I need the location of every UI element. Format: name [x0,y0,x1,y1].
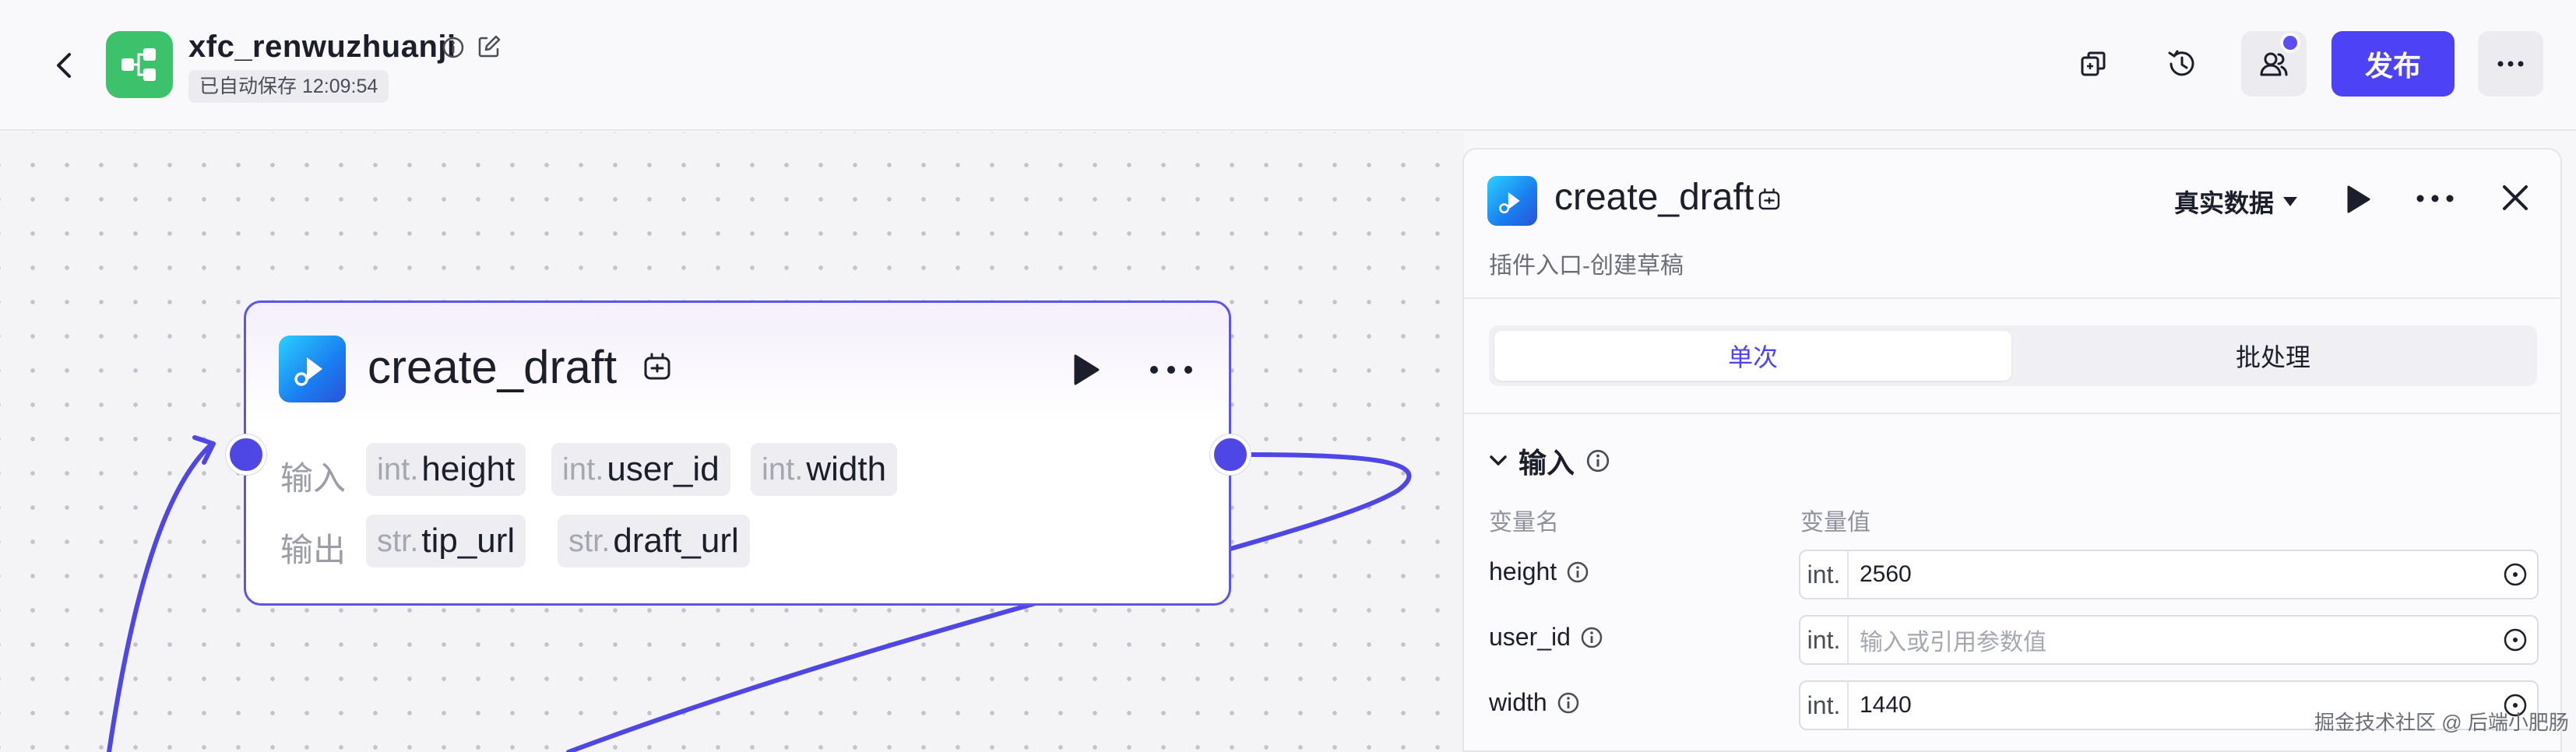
var-type: int. [1800,617,1849,663]
close-icon[interactable] [2500,182,2531,213]
data-mode-label: 真实数据 [2174,189,2275,217]
param-type: int. [762,452,804,487]
info-icon[interactable] [1585,448,1610,473]
param-name: user_id [607,450,720,488]
column-header-name: 变量名 [1489,510,1559,536]
plugin-type-icon [644,353,670,380]
var-name-user-id: user_id [1489,623,1603,652]
param-name: width [806,450,887,488]
column-header-value: 变量值 [1800,510,1870,536]
var-input-height[interactable]: int. 2560 [1799,550,2539,599]
more-menu-button[interactable] [2478,31,2543,97]
more-icon[interactable] [2416,187,2455,210]
tab-single[interactable]: 单次 [1494,331,2011,381]
copy-icon [2081,51,2106,76]
param-type: str. [568,523,611,558]
history-icon [2168,50,2194,76]
node-output-chip: str. draft_url [558,515,750,568]
plugin-icon [1487,176,1537,226]
var-value-placeholder[interactable]: 输入或引用参数值 [1849,623,2493,657]
more-icon [2497,61,2524,67]
workflow-icon [106,31,173,98]
autosave-status: 已自动保存 12:09:54 [188,70,389,103]
run-icon[interactable] [2344,184,2372,215]
var-type: int. [1800,551,1849,598]
panel-subtitle: 插件入口-创建草稿 [1489,253,1684,279]
param-name: tip_url [421,522,516,560]
collaborators-button[interactable] [2241,31,2307,97]
chevron-down-icon [1490,455,1507,466]
param-type: int. [562,452,604,487]
info-icon[interactable] [442,36,465,59]
var-label: user_id [1489,623,1571,651]
plugin-type-icon [1758,188,1780,210]
copy-button[interactable] [2060,31,2126,97]
plugin-icon [279,336,346,402]
info-icon[interactable] [1580,626,1603,649]
reference-button[interactable] [2493,627,2537,652]
node-output-chip: str. tip_url [366,515,526,568]
info-icon[interactable] [1566,560,1589,584]
data-mode-dropdown[interactable]: 真实数据 [2174,184,2299,220]
tab-batch[interactable]: 批处理 [2015,331,2532,381]
param-name: height [421,450,516,488]
collaborators-icon [2260,52,2288,76]
var-label: width [1489,688,1547,716]
var-value[interactable]: 2560 [1849,561,2493,588]
divider [1464,413,2560,414]
node-input-label: 输入 [280,460,347,497]
var-label: height [1489,557,1557,585]
back-icon [57,53,71,78]
history-button[interactable] [2149,31,2215,97]
plugin-node-create-draft[interactable]: create_draft 输入 int. height int. user_id i… [244,300,1231,606]
node-output-label: 输出 [280,532,347,568]
info-icon[interactable] [1557,691,1580,715]
reference-button[interactable] [2493,562,2537,587]
node-input-chip: int. user_id [551,443,730,496]
workflow-canvas[interactable]: create_draft 输入 int. height int. user_id i… [0,132,1464,752]
notification-dot [2280,33,2300,53]
panel-title: create_draft [1554,177,1754,218]
incoming-edge [107,443,213,752]
node-input-chip: int. height [366,443,526,496]
var-type: int. [1800,682,1849,729]
edit-icon[interactable] [477,34,501,59]
input-section-header[interactable]: 输入 [1489,441,1610,481]
node-output-port[interactable] [1210,434,1251,475]
var-input-user-id[interactable]: int. 输入或引用参数值 [1799,615,2539,665]
publish-button[interactable]: 发布 [2331,31,2455,97]
param-type: int. [377,452,419,487]
node-run-icon[interactable] [1068,353,1103,387]
param-type: str. [377,523,419,558]
watermark: 掘金技术社区 @ 后端小肥肠 [2314,711,2569,734]
app-name: xfc_renwuzhuanji [188,30,456,64]
node-title: create_draft [368,341,618,393]
var-name-height: height [1489,557,1589,586]
back-button[interactable] [48,48,79,83]
divider [1464,297,2560,299]
node-more-icon[interactable] [1148,353,1195,387]
run-mode-tabs: 单次 批处理 [1489,325,2537,386]
param-name: draft_url [613,522,739,560]
reference-icon [2504,628,2527,652]
top-bar: xfc_renwuzhuanji 已自动保存 12:09:54 发布 [0,0,2576,131]
caret-down-icon [2283,197,2298,206]
node-settings-panel: create_draft 真实数据 插件入口-创建草稿 单次 批处理 输入 变量… [1462,148,2562,752]
var-name-width: width [1489,688,1580,717]
node-input-chip: int. width [751,443,898,496]
node-input-port[interactable] [226,434,266,475]
section-title: 输入 [1519,447,1575,479]
reference-icon [2504,563,2527,586]
